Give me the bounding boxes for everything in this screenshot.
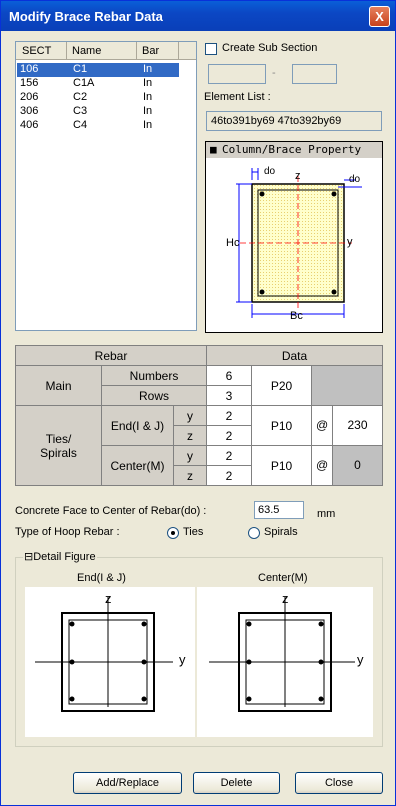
rebar-table: Rebar Data Main Numbers 6 P20 Rows 3 Tie… <box>15 345 383 486</box>
end-spacing-input[interactable]: 230 <box>332 406 382 445</box>
element-list-label: Element List : <box>204 91 271 103</box>
window-title: Modify Brace Rebar Data <box>9 9 163 24</box>
create-sub-section-label: Create Sub Section <box>222 42 318 54</box>
sub-section-dash: - <box>272 67 276 79</box>
data-header: Data <box>206 345 383 366</box>
rows-input[interactable]: 3 <box>206 385 252 406</box>
column-header-name[interactable]: Name <box>72 45 101 57</box>
column-header-sect[interactable]: SECT <box>22 45 51 57</box>
do-right-label: do <box>349 174 361 185</box>
concrete-face-label: Concrete Face to Center of Rebar(do) : <box>15 505 207 517</box>
concrete-face-unit: mm <box>317 508 336 520</box>
center-figure-title: Center(M) <box>258 572 308 584</box>
title-bar: Modify Brace Rebar Data X <box>1 1 395 31</box>
create-sub-section-checkbox[interactable] <box>205 43 217 55</box>
property-panel: ■ Column/Brace Property do do z y Hc Bc <box>205 141 383 333</box>
numbers-input[interactable]: 6 <box>206 365 252 386</box>
main-bar-select[interactable]: P20 <box>251 365 312 406</box>
z-axis-label: z <box>295 170 301 182</box>
center-label: Center(M) <box>101 445 174 486</box>
center-z-axis-label: z <box>282 591 289 606</box>
add-replace-button[interactable]: Add/Replace <box>73 772 182 794</box>
detail-figure-title: ⊟Detail Figure <box>23 550 97 563</box>
main-empty-cell <box>311 365 383 406</box>
center-spacing-input[interactable]: 0 <box>332 446 382 485</box>
center-spacing-cell[interactable]: @ 0 <box>311 445 383 486</box>
list-header: SECT Name Bar <box>16 42 196 60</box>
center-y-axis-label: y <box>357 652 364 667</box>
rows-label: Rows <box>101 385 207 406</box>
concrete-face-input[interactable]: 63.5 <box>254 501 304 519</box>
ties-radio-label: Ties <box>183 526 204 538</box>
list-item[interactable]: 156 C1A In <box>17 77 179 91</box>
bc-label: Bc <box>290 310 303 322</box>
ties-spirals-label: Ties/Spirals <box>15 405 102 486</box>
property-title: Column/Brace Property <box>222 143 362 156</box>
center-bar-select[interactable]: P10 <box>251 445 312 486</box>
do-top-label: do <box>264 166 276 177</box>
sub-section-to-field[interactable] <box>292 64 337 84</box>
element-list-field[interactable]: 46to391by69 47to392by69 <box>206 111 382 131</box>
list-item[interactable]: 306 C3 In <box>17 105 179 119</box>
end-z-input[interactable]: 2 <box>206 425 252 446</box>
property-header: ■ Column/Brace Property <box>206 142 382 158</box>
hc-label: Hc <box>226 237 240 249</box>
collapse-toggle-icon[interactable]: ⊟ <box>24 551 33 563</box>
end-detail-figure <box>25 587 195 737</box>
section-list[interactable]: SECT Name Bar 106 C1 In 156 C1A In 206 C2 In 3… <box>15 41 197 331</box>
close-window-button[interactable]: X <box>369 6 390 27</box>
end-y-input[interactable]: 2 <box>206 405 252 426</box>
end-spacing-cell[interactable]: @ 230 <box>311 405 383 446</box>
delete-button[interactable]: Delete <box>193 772 280 794</box>
end-y-label: y <box>173 405 207 426</box>
spirals-radio[interactable] <box>248 527 260 539</box>
numbers-label: Numbers <box>101 365 207 386</box>
list-item[interactable]: 206 C2 In <box>17 91 179 105</box>
end-z-axis-label: z <box>105 591 112 606</box>
end-figure-title: End(I & J) <box>77 572 126 584</box>
end-bar-select[interactable]: P10 <box>251 405 312 446</box>
list-item[interactable]: 106 C1 In <box>17 63 179 77</box>
center-y-label: y <box>173 445 207 466</box>
center-detail-figure <box>197 587 373 737</box>
dialog-window: Modify Brace Rebar Data X SECT Name Bar … <box>0 0 396 806</box>
end-z-label: z <box>173 425 207 446</box>
end-label: End(I & J) <box>101 405 174 446</box>
center-z-label: z <box>173 465 207 486</box>
center-z-input[interactable]: 2 <box>206 465 252 486</box>
column-header-bar[interactable]: Bar <box>142 45 159 57</box>
y-axis-label: y <box>347 236 353 248</box>
hoop-type-label: Type of Hoop Rebar : <box>15 526 120 538</box>
center-y-input[interactable]: 2 <box>206 445 252 466</box>
close-button[interactable]: Close <box>295 772 383 794</box>
sub-section-from-field[interactable] <box>208 64 266 84</box>
list-item[interactable]: 406 C4 In <box>17 119 179 133</box>
main-label: Main <box>15 365 102 406</box>
spirals-radio-label: Spirals <box>264 526 298 538</box>
rebar-header: Rebar <box>15 345 207 366</box>
end-y-axis-label: y <box>179 652 186 667</box>
ties-radio[interactable] <box>167 527 179 539</box>
